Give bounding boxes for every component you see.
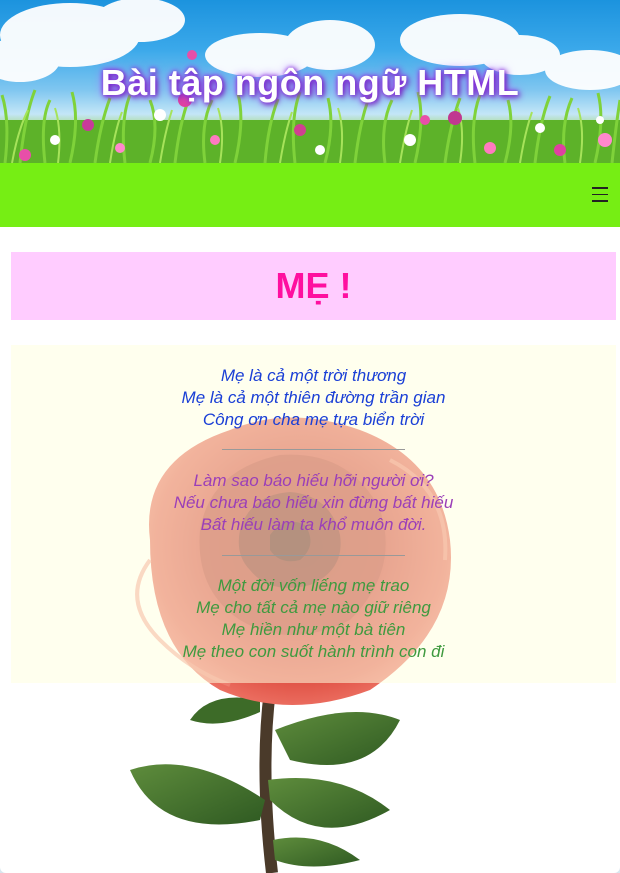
poem-line: Mẹ cho tất cả mẹ nào giữ riêng xyxy=(196,598,431,617)
stanza-1: Mẹ là cả một trời thương Mẹ là cả một th… xyxy=(11,365,616,431)
poem-title: MẸ ! xyxy=(275,265,352,306)
stanza-divider xyxy=(222,449,405,450)
page: Bài tập ngôn ngữ HTML MẸ ! Mẹ là cả một … xyxy=(0,0,620,873)
poem-line: Một đời vốn liếng mẹ trao xyxy=(217,576,410,595)
poem-line: Bất hiếu làm ta khổ muôn đời. xyxy=(200,515,427,534)
poem-line: Mẹ là cả một trời thương xyxy=(220,366,407,385)
poem-line: Mẹ theo con suốt hành trình con đi xyxy=(182,642,445,661)
site-title: Bài tập ngôn ngữ HTML xyxy=(100,62,520,103)
poem-line: Làm sao báo hiếu hỡi người ơi? xyxy=(193,471,434,490)
header-banner: Bài tập ngôn ngữ HTML xyxy=(0,0,620,163)
navigation-bar xyxy=(0,163,620,227)
poem-line: Nếu chưa báo hiếu xin đừng bất hiếu xyxy=(173,493,454,512)
poem-line: Công ơn cha mẹ tựa biển trời xyxy=(202,410,425,429)
poem-line: Mẹ là cả một thiên đường trần gian xyxy=(181,388,446,407)
poem-title-box: MẸ ! xyxy=(11,252,616,320)
poem-line: Mẹ hiền như một bà tiên xyxy=(221,620,406,639)
stanza-3: Một đời vốn liếng mẹ trao Mẹ cho tất cả … xyxy=(11,575,616,663)
poem-container: Mẹ là cả một trời thương Mẹ là cả một th… xyxy=(11,345,616,683)
stanza-2: Làm sao báo hiếu hỡi người ơi? Nếu chưa … xyxy=(11,470,616,536)
stanza-divider xyxy=(222,555,405,556)
hamburger-menu-icon[interactable] xyxy=(592,187,608,202)
